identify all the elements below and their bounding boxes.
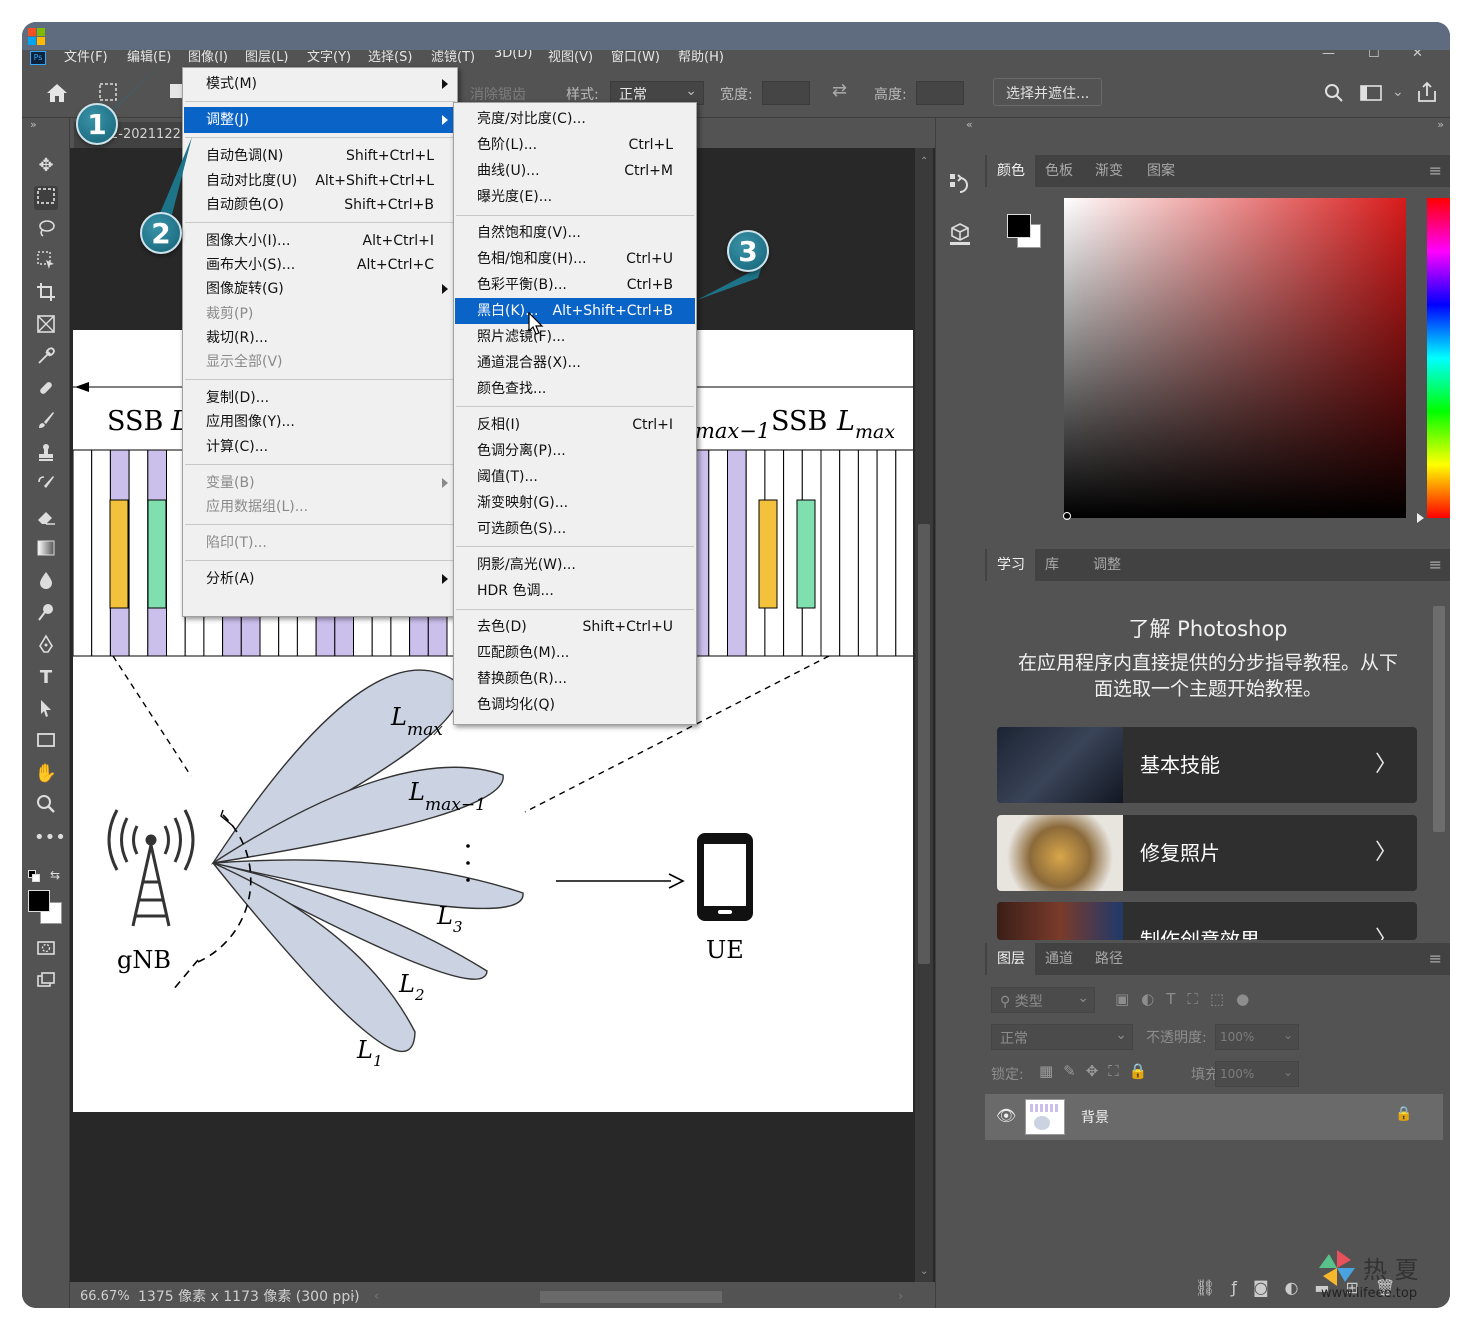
photoshop-window: Ps 文件(F) 编辑(E) 图像(I) 图层(L) 文字(Y) 选择(S) 滤… bbox=[22, 22, 1450, 1308]
callout-3: 3 bbox=[727, 230, 769, 272]
callout-2: 2 bbox=[140, 212, 182, 254]
callout-lines bbox=[104, 57, 762, 300]
fg-color-chip[interactable] bbox=[1007, 214, 1031, 238]
mouse-cursor-icon bbox=[528, 312, 544, 335]
callout-1: 1 bbox=[76, 103, 118, 145]
